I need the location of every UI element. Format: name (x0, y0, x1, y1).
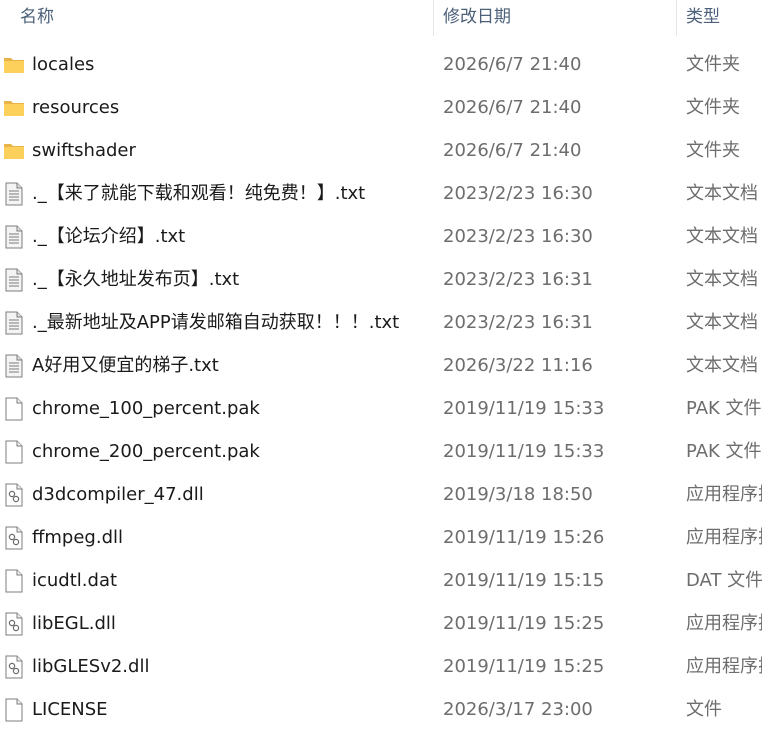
file-date-modified: 2019/11/19 15:25 (443, 613, 605, 634)
column-divider[interactable] (676, 0, 677, 36)
file-type: 文本文档 (686, 226, 758, 247)
column-header-bar: 名称 修改日期 类型 (0, 0, 762, 36)
file-name: libEGL.dll (32, 613, 116, 634)
file-date-modified: 2019/3/18 18:50 (443, 484, 593, 505)
file-type: 应用程序扩展 (686, 527, 762, 548)
file-date-modified: 2019/11/19 15:26 (443, 527, 605, 548)
file-row[interactable]: locales 2026/6/7 21:40 文件夹 (0, 43, 762, 86)
file-name: d3dcompiler_47.dll (32, 484, 204, 505)
blank-file-icon (3, 397, 25, 421)
dll-file-icon (3, 483, 25, 507)
column-header-type[interactable]: 类型 (686, 0, 720, 36)
file-date-modified: 2026/6/7 21:40 (443, 54, 582, 75)
file-date-modified: 2026/3/22 11:16 (443, 355, 593, 376)
file-date-modified: 2019/11/19 15:25 (443, 656, 605, 677)
blank-file-icon (3, 440, 25, 464)
file-row[interactable]: ._【来了就能下载和观看！纯免费！】.txt 2023/2/23 16:30 文本文… (0, 172, 762, 215)
file-type: PAK 文件 (686, 441, 762, 462)
blank-file-icon (3, 569, 25, 593)
folder-icon (3, 139, 25, 163)
folder-icon (3, 53, 25, 77)
file-name: ffmpeg.dll (32, 527, 124, 548)
file-row[interactable]: ._【论坛介绍】.txt 2023/2/23 16:30 文本文档 (0, 215, 762, 258)
sort-ascending-icon[interactable] (216, 0, 228, 2)
file-row[interactable]: A好用又便宜的梯子.txt 2026/3/22 11:16 文本文档 (0, 344, 762, 387)
file-type: DAT 文件 (686, 570, 762, 591)
dll-file-icon (3, 526, 25, 550)
file-name: locales (32, 54, 95, 75)
file-name: swiftshader (32, 140, 136, 161)
text-file-icon (3, 182, 25, 206)
file-type: 文本文档 (686, 312, 758, 333)
file-row[interactable]: swiftshader 2026/6/7 21:40 文件夹 (0, 129, 762, 172)
column-divider[interactable] (433, 0, 434, 36)
file-row[interactable]: libEGL.dll 2019/11/19 15:25 应用程序扩展 (0, 602, 762, 645)
file-type: 应用程序扩展 (686, 656, 762, 677)
text-file-icon (3, 311, 25, 335)
file-date-modified: 2019/11/19 15:15 (443, 570, 605, 591)
file-type: 文本文档 (686, 269, 758, 290)
file-list: locales 2026/6/7 21:40 文件夹 resources 2026/6/… (0, 43, 762, 731)
dll-file-icon (3, 655, 25, 679)
file-row[interactable]: ffmpeg.dll 2019/11/19 15:26 应用程序扩展 (0, 516, 762, 559)
file-name: libGLESv2.dll (32, 656, 150, 677)
file-type: PAK 文件 (686, 398, 762, 419)
file-name: resources (32, 97, 120, 118)
file-type: 应用程序扩展 (686, 613, 762, 634)
file-date-modified: 2019/11/19 15:33 (443, 441, 605, 462)
file-date-modified: 2023/2/23 16:30 (443, 226, 593, 247)
file-type: 文件夹 (686, 54, 740, 75)
text-file-icon (3, 268, 25, 292)
file-name: ._【永久地址发布页】.txt (32, 269, 240, 290)
file-type: 文件 (686, 699, 722, 720)
file-date-modified: 2023/2/23 16:30 (443, 183, 593, 204)
file-name: ._【论坛介绍】.txt (32, 226, 186, 247)
file-date-modified: 2026/3/17 23:00 (443, 699, 593, 720)
file-date-modified: 2026/6/7 21:40 (443, 140, 582, 161)
file-name: A好用又便宜的梯子.txt (32, 355, 219, 376)
file-name: icudtl.dat (32, 570, 118, 591)
file-row[interactable]: resources 2026/6/7 21:40 文件夹 (0, 86, 762, 129)
file-name: ._【来了就能下载和观看！纯免费！】.txt (32, 183, 366, 204)
file-type: 文本文档 (686, 183, 758, 204)
file-row[interactable]: ._【永久地址发布页】.txt 2023/2/23 16:31 文本文档 (0, 258, 762, 301)
column-header-date-modified[interactable]: 修改日期 (443, 0, 511, 36)
file-row[interactable]: d3dcompiler_47.dll 2019/3/18 18:50 应用程序扩展 (0, 473, 762, 516)
file-type: 文件夹 (686, 97, 740, 118)
text-file-icon (3, 354, 25, 378)
file-date-modified: 2026/6/7 21:40 (443, 97, 582, 118)
file-row[interactable]: libGLESv2.dll 2019/11/19 15:25 应用程序扩展 (0, 645, 762, 688)
file-row[interactable]: chrome_200_percent.pak 2019/11/19 15:33 PA… (0, 430, 762, 473)
file-name: ._最新地址及APP请发邮箱自动获取！！！.txt (32, 312, 400, 333)
folder-icon (3, 96, 25, 120)
file-name: LICENSE (32, 699, 108, 720)
text-file-icon (3, 225, 25, 249)
file-row[interactable]: LICENSE 2026/3/17 23:00 文件 (0, 688, 762, 731)
blank-file-icon (3, 698, 25, 722)
file-row[interactable]: ._最新地址及APP请发邮箱自动获取！！！.txt 2023/2/23 16:31… (0, 301, 762, 344)
file-name: chrome_200_percent.pak (32, 441, 260, 462)
file-row[interactable]: chrome_100_percent.pak 2019/11/19 15:33 PA… (0, 387, 762, 430)
file-name: chrome_100_percent.pak (32, 398, 260, 419)
file-type: 应用程序扩展 (686, 484, 762, 505)
column-header-name[interactable]: 名称 (20, 0, 54, 36)
dll-file-icon (3, 612, 25, 636)
file-type: 文本文档 (686, 355, 758, 376)
file-date-modified: 2023/2/23 16:31 (443, 312, 593, 333)
file-type: 文件夹 (686, 140, 740, 161)
file-date-modified: 2023/2/23 16:31 (443, 269, 593, 290)
file-row[interactable]: icudtl.dat 2019/11/19 15:15 DAT 文件 (0, 559, 762, 602)
file-date-modified: 2019/11/19 15:33 (443, 398, 605, 419)
